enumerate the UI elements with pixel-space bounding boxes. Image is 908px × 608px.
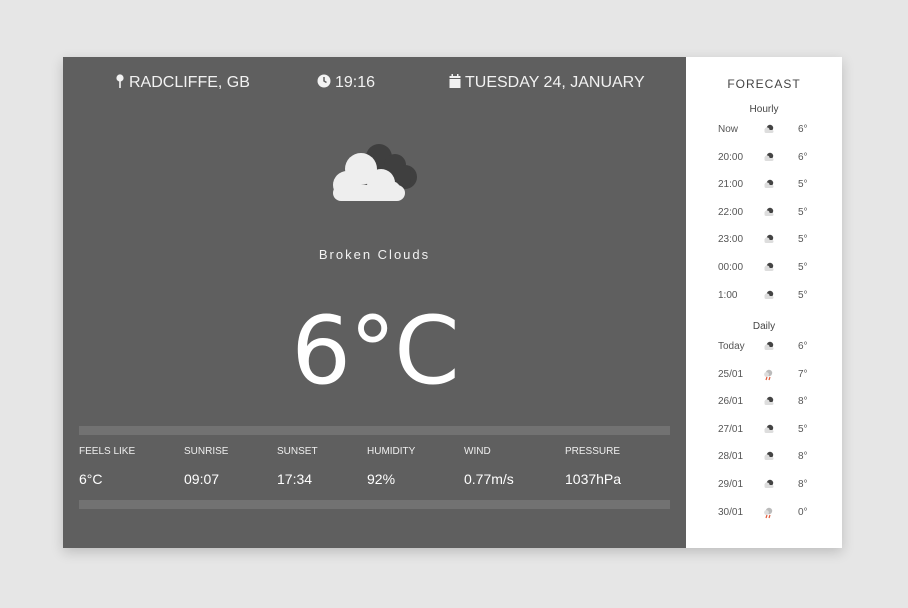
date-display: TUESDAY 24, JANUARY <box>449 73 645 93</box>
forecast-temp: 5° <box>798 289 808 301</box>
broken-clouds-icon <box>331 139 421 210</box>
daily-forecast-row: 28/01 8° <box>686 449 842 467</box>
forecast-sidebar: FORECAST Hourly Now 6° 20:00 6° 21:00 5° 22:00… <box>686 57 842 548</box>
stat-value: 1037hPa <box>565 471 622 487</box>
time-display: 19:16 <box>317 74 376 93</box>
cloud-icon <box>762 422 776 437</box>
cloud-icon <box>762 260 776 275</box>
stat-value: 09:07 <box>184 471 220 487</box>
stat-label: FEELS LIKE <box>79 446 136 457</box>
forecast-time: 29/01 <box>718 479 744 490</box>
forecast-time: Now <box>718 124 739 135</box>
time-text: 19:16 <box>335 74 376 91</box>
stat-humidity: HUMIDITY 92% <box>367 446 415 487</box>
stat-feels-like: FEELS LIKE 6°C <box>79 446 135 487</box>
stat-sunset: SUNSET 17:34 <box>277 446 318 487</box>
hourly-heading: Hourly <box>749 104 779 115</box>
forecast-temp: 5° <box>798 423 808 435</box>
hourly-forecast-row: 21:00 5° <box>686 177 842 195</box>
location-text: RADCLIFFE, GB <box>129 74 250 91</box>
current-weather-panel: RADCLIFFE, GB 19:16 TUESDAY 24, JANUARY … <box>63 57 686 548</box>
stat-label: SUNRISE <box>184 446 229 457</box>
forecast-time: 30/01 <box>718 506 744 518</box>
divider-top <box>79 426 670 435</box>
daily-forecast-row: 26/01 8° <box>686 394 842 412</box>
cloud-icon <box>762 339 776 354</box>
cloud-icon <box>762 177 776 192</box>
stat-pressure: PRESSURE 1037hPa <box>565 446 621 487</box>
daily-forecast-row: Today 6° <box>686 339 842 357</box>
hourly-forecast-row: 00:00 5° <box>686 260 842 278</box>
calendar-icon <box>449 73 461 93</box>
forecast-time: 20:00 <box>718 151 744 163</box>
cloud-icon <box>762 477 776 492</box>
forecast-time: 23:00 <box>718 234 744 246</box>
forecast-time: Today <box>718 341 745 352</box>
hourly-forecast-row: 23:00 5° <box>686 232 842 250</box>
divider-bottom <box>79 500 670 509</box>
forecast-temp: 0° <box>798 506 808 518</box>
forecast-time: 1:00 <box>718 289 738 301</box>
forecast-temp: 8° <box>798 396 808 408</box>
daily-forecast-row: 25/01 7° <box>686 367 842 385</box>
location-display: RADCLIFFE, GB <box>115 73 250 93</box>
daily-heading: Daily <box>752 321 776 332</box>
forecast-time: 21:00 <box>718 179 744 191</box>
stat-label: SUNSET <box>277 446 318 457</box>
stat-value: 92% <box>367 471 396 487</box>
cloud-icon <box>762 122 776 137</box>
stat-wind: WIND 0.77m/s <box>464 446 514 487</box>
cloud-icon <box>762 288 776 303</box>
forecast-time: 27/01 <box>718 423 744 435</box>
cloud-icon <box>762 150 776 165</box>
clock-icon <box>317 74 331 93</box>
rain-icon <box>762 505 776 522</box>
cloud-icon <box>762 449 776 464</box>
daily-forecast-row: 30/01 0° <box>686 505 842 523</box>
weather-condition: Broken Clouds <box>318 247 431 262</box>
cloud-icon <box>762 205 776 220</box>
forecast-temp: 5° <box>798 234 808 246</box>
stat-value: 0.77m/s <box>464 471 514 487</box>
forecast-temp: 7° <box>798 368 808 380</box>
cloud-icon <box>762 394 776 409</box>
forecast-temp: 5° <box>798 179 808 191</box>
stat-value: 6°C <box>79 471 103 487</box>
forecast-temp: 6° <box>798 151 808 163</box>
stat-label: HUMIDITY <box>367 446 416 457</box>
forecast-time: 26/01 <box>718 396 744 408</box>
daily-forecast-row: 27/01 5° <box>686 422 842 440</box>
cloud-icon <box>762 232 776 247</box>
forecast-temp: 5° <box>798 262 808 273</box>
date-text: TUESDAY 24, JANUARY <box>465 74 645 91</box>
hourly-forecast-row: 20:00 6° <box>686 150 842 168</box>
forecast-temp: 6° <box>798 341 808 352</box>
forecast-time: 22:00 <box>718 206 744 218</box>
daily-forecast-row: 29/01 8° <box>686 477 842 495</box>
stat-label: WIND <box>464 446 491 457</box>
forecast-time: 00:00 <box>718 262 744 273</box>
current-temperature: 6°C <box>291 297 459 406</box>
forecast-temp: 8° <box>798 451 808 463</box>
forecast-time: 28/01 <box>718 451 744 463</box>
hourly-forecast-row: 22:00 5° <box>686 205 842 223</box>
hourly-forecast-row: 1:00 5° <box>686 288 842 306</box>
weather-card: RADCLIFFE, GB 19:16 TUESDAY 24, JANUARY … <box>63 57 842 548</box>
location-pin-icon <box>115 73 125 93</box>
forecast-time: 25/01 <box>718 368 744 380</box>
rain-icon <box>762 367 776 384</box>
hourly-forecast-row: Now 6° <box>686 122 842 140</box>
stat-sunrise: SUNRISE 09:07 <box>184 446 228 487</box>
stat-label: PRESSURE <box>565 446 621 457</box>
forecast-temp: 8° <box>798 479 808 490</box>
forecast-temp: 6° <box>798 124 808 135</box>
forecast-title: FORECAST <box>727 77 801 91</box>
stat-value: 17:34 <box>277 471 313 487</box>
forecast-temp: 5° <box>798 206 808 218</box>
